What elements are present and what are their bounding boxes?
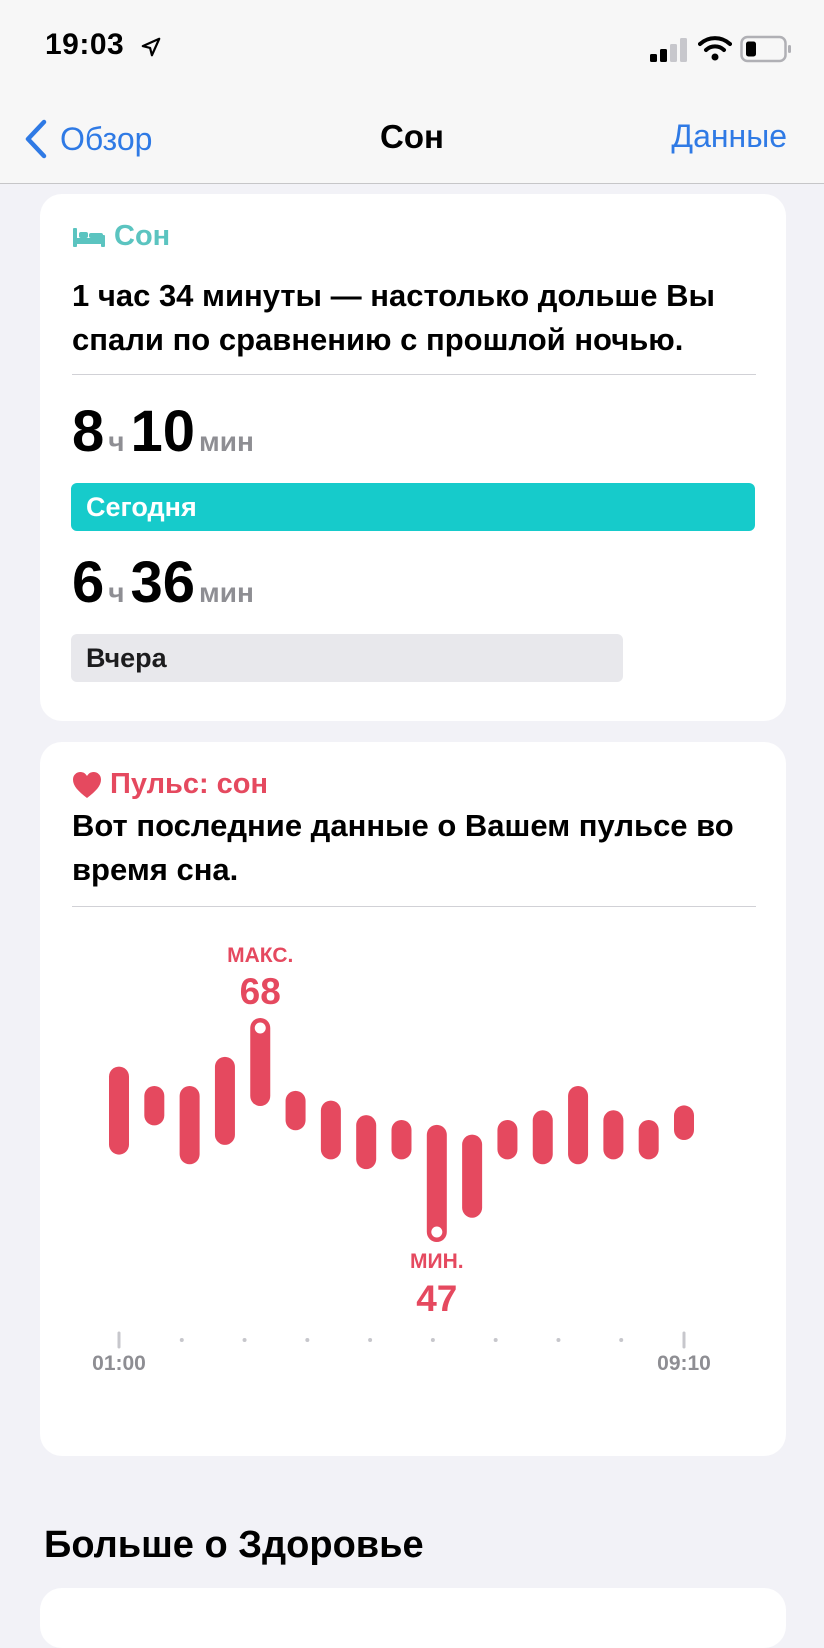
x-axis-start-label: 01:00	[92, 1352, 146, 1375]
min-point-marker	[431, 1226, 443, 1238]
axis-tick-dot	[305, 1338, 310, 1342]
axis-tick-dot	[430, 1338, 435, 1342]
heart-rate-sleep-card[interactable]: Пульс: сон Вот последние данные о Вашем …	[40, 742, 786, 1456]
x-axis-end-label: 09:10	[657, 1352, 711, 1375]
battery-icon	[740, 35, 791, 63]
wifi-icon	[698, 36, 732, 61]
today-minutes-unit: мин	[199, 426, 254, 457]
yesterday-hours: 6	[72, 550, 105, 615]
today-hours: 8	[72, 399, 105, 464]
today-minutes: 10	[130, 399, 196, 464]
data-button[interactable]: Данные	[671, 118, 787, 155]
sleep-card-title: Сон	[114, 220, 171, 252]
location-arrow-icon	[141, 37, 161, 57]
axis-tick-dot	[493, 1338, 498, 1342]
status-time: 19:03	[45, 28, 125, 61]
yesterday-minutes-unit: мин	[199, 577, 254, 608]
axis-tick-dot	[619, 1338, 624, 1342]
yesterday-minutes: 36	[130, 550, 196, 615]
divider	[72, 374, 756, 375]
sleep-yesterday-duration: 6 ч 36 мин	[72, 549, 260, 616]
today-bar-label: Сегодня	[86, 492, 197, 522]
max-point-marker	[254, 1022, 266, 1034]
axis-tick-dot	[368, 1338, 373, 1342]
yesterday-bar: Вчера	[71, 634, 623, 682]
yesterday-bar-label: Вчера	[86, 643, 167, 673]
axis-tick-dot	[179, 1338, 184, 1342]
sleep-card-header: Сон	[72, 220, 170, 253]
min-value: 47	[416, 1278, 457, 1319]
sleep-today-duration: 8 ч 10 мин	[72, 398, 260, 465]
status-bar: 19:03	[0, 0, 824, 100]
axis-tick-dot	[556, 1338, 561, 1342]
sleep-summary: 1 час 34 минуты — настолько дольше Вы сп…	[72, 278, 715, 357]
more-health-section-title: Больше о Здоровье	[44, 1524, 424, 1566]
sleep-highlight-card[interactable]: Сон 1 час 34 минуты — настолько дольше В…	[40, 194, 786, 721]
min-label: МИН.	[410, 1250, 464, 1273]
heart-rate-chart: МАКС. 68 МИН. 47 01:00 09:10	[92, 944, 711, 1375]
max-value: 68	[240, 971, 281, 1012]
more-health-card[interactable]	[40, 1588, 786, 1648]
max-label: МАКС.	[227, 944, 293, 967]
axis-tick-dot	[242, 1338, 247, 1342]
yesterday-hours-unit: ч	[108, 577, 125, 608]
navigation-bar: Обзор Сон Данные	[0, 100, 824, 184]
bed-icon	[73, 227, 105, 247]
today-hours-unit: ч	[108, 426, 125, 457]
cellular-signal-icon	[650, 38, 687, 62]
today-bar: Сегодня	[71, 483, 755, 531]
